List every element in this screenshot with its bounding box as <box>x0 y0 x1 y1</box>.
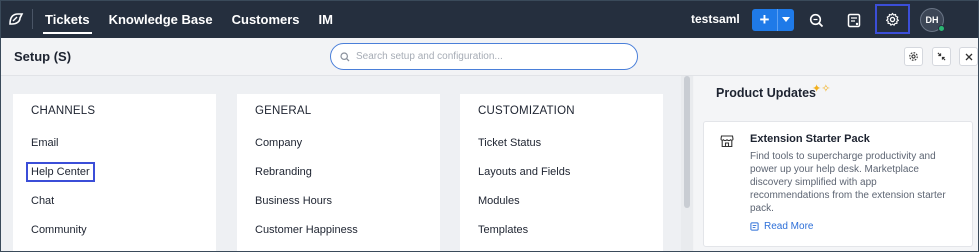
read-more-link[interactable]: Read More <box>750 221 813 232</box>
setup-link-rebranding[interactable]: Rebranding <box>255 166 312 178</box>
setup-content: CHANNELS Email Help Center Chat Communit… <box>1 76 681 251</box>
setup-link-community[interactable]: Community <box>31 224 87 236</box>
add-options-dropdown[interactable] <box>777 9 794 31</box>
setup-header: Setup (S) <box>1 38 978 76</box>
nav-tab-im[interactable]: IM <box>319 1 342 38</box>
setup-link-templates[interactable]: Templates <box>478 224 528 236</box>
setup-link-business-hours[interactable]: Business Hours <box>255 195 332 207</box>
page-title: Setup (S) <box>14 49 72 64</box>
book-icon <box>750 222 759 231</box>
gear-icon <box>909 52 918 61</box>
collapse-icon <box>937 52 946 61</box>
read-more-label: Read More <box>764 221 814 232</box>
add-new-button[interactable]: + <box>752 9 794 31</box>
column-heading: CUSTOMIZATION <box>478 105 575 117</box>
setup-link-email[interactable]: Email <box>31 137 59 149</box>
setup-link-layouts-and-fields[interactable]: Layouts and Fields <box>478 166 570 178</box>
card-title: Extension Starter Pack <box>750 133 870 145</box>
product-updates-panel: Product Updates ✦✧ Extension Starter Pac… <box>694 76 978 251</box>
chevron-down-icon <box>782 17 790 22</box>
setup-link-ticket-status[interactable]: Ticket Status <box>478 137 541 149</box>
setup-gear-button[interactable] <box>875 4 910 34</box>
search-icon <box>340 51 350 61</box>
nav-tab-tickets[interactable]: Tickets <box>43 1 99 38</box>
avatar-initials: DH <box>925 15 939 25</box>
content-scrollbar[interactable] <box>681 76 693 251</box>
setup-link-chat[interactable]: Chat <box>31 195 54 207</box>
top-navigation-bar: Tickets Knowledge Base Customers IM test… <box>1 1 978 38</box>
setup-search-input[interactable] <box>356 51 626 62</box>
settings-button[interactable] <box>904 47 923 66</box>
general-column: GENERAL Company Rebranding Business Hour… <box>237 94 440 251</box>
setup-search-box[interactable] <box>330 43 638 70</box>
online-status-dot <box>938 25 945 32</box>
nav-tab-knowledge-base[interactable]: Knowledge Base <box>109 1 222 38</box>
nav-divider <box>32 9 33 29</box>
org-name[interactable]: testsaml <box>691 1 740 38</box>
column-heading: CHANNELS <box>31 105 96 117</box>
app-window: Tickets Knowledge Base Customers IM test… <box>0 0 979 252</box>
gear-icon <box>886 12 899 26</box>
store-icon <box>720 135 734 148</box>
app-logo-icon[interactable] <box>7 10 25 28</box>
search-icon[interactable] <box>806 10 826 30</box>
close-icon <box>965 53 972 60</box>
setup-link-customer-happiness[interactable]: Customer Happiness <box>255 224 358 236</box>
nav-tab-customers[interactable]: Customers <box>232 1 309 38</box>
setup-link-company[interactable]: Company <box>255 137 302 149</box>
sparkle-icon: ✦✧ <box>812 83 831 95</box>
collapse-button[interactable] <box>932 47 951 66</box>
channels-column: CHANNELS Email Help Center Chat Communit… <box>13 94 216 251</box>
close-button[interactable] <box>959 47 978 66</box>
update-card[interactable]: Extension Starter Pack Find tools to sup… <box>703 121 973 247</box>
notes-icon[interactable] <box>844 10 864 30</box>
setup-link-modules[interactable]: Modules <box>478 195 520 207</box>
user-avatar[interactable]: DH <box>920 8 945 32</box>
column-heading: GENERAL <box>255 105 312 117</box>
main-nav: Tickets Knowledge Base Customers IM <box>43 1 352 38</box>
panel-title: Product Updates <box>716 86 817 100</box>
setup-link-help-center[interactable]: Help Center <box>26 162 95 182</box>
plus-icon[interactable]: + <box>752 9 777 31</box>
card-description: Find tools to supercharge productivity a… <box>750 151 946 214</box>
scrollbar-thumb[interactable] <box>684 76 690 208</box>
customization-column: CUSTOMIZATION Ticket Status Layouts and … <box>460 94 663 251</box>
